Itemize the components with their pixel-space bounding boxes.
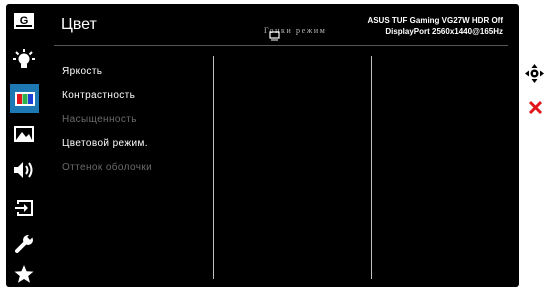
sidebar-item-color[interactable] — [10, 84, 39, 113]
sidebar-item-logo: G — [13, 10, 35, 32]
input-info: DisplayPort 2560x1440@165Hz — [385, 27, 503, 36]
menu-item-contrast[interactable]: Контрастность — [62, 84, 152, 108]
osd-panel: G Цвет ASUS TUF Gaming VG27W HDR Off Dis… — [6, 4, 519, 287]
menu-item-color-temp[interactable]: Цветовой режим. — [62, 132, 152, 156]
speaker-icon — [14, 162, 33, 178]
status-header: ASUS TUF Gaming VG27W HDR Off DisplayPor… — [367, 15, 503, 37]
sidebar-item-my-favorite[interactable] — [13, 263, 35, 285]
monitor-icon — [269, 31, 280, 41]
sidebar-item-system-setup[interactable] — [13, 233, 35, 255]
column-divider — [371, 56, 372, 279]
menu-item-brightness[interactable]: Яркость — [62, 60, 152, 84]
logo-letter: G — [20, 15, 29, 27]
sidebar-item-input-select[interactable] — [13, 197, 35, 219]
header-divider — [54, 45, 508, 46]
landscape-image-icon — [14, 126, 34, 142]
color-submenu: Яркость Контрастность Насыщенность Цвето… — [62, 60, 152, 180]
star-icon — [14, 265, 34, 283]
asus-gaming-logo: G — [14, 13, 34, 29]
sun-bulb-icon — [13, 49, 35, 68]
column-divider — [213, 56, 214, 279]
model-line: ASUS TUF Gaming VG27W HDR Off — [367, 16, 503, 25]
sidebar-item-sound[interactable] — [13, 159, 35, 181]
sidebar: G — [6, 4, 42, 287]
wrench-icon — [15, 234, 33, 253]
menu-item-skin-tone: Оттенок оболочки — [62, 162, 153, 173]
page-title: Цвет — [61, 16, 97, 33]
sidebar-item-image[interactable] — [13, 123, 35, 145]
color-bars-icon — [14, 91, 35, 106]
input-select-icon — [15, 200, 33, 216]
joystick-icon[interactable] — [525, 64, 544, 83]
sidebar-item-splendid[interactable] — [13, 48, 35, 70]
menu-item-saturation: Насыщенность — [62, 114, 137, 125]
close-x-icon[interactable] — [528, 100, 543, 115]
